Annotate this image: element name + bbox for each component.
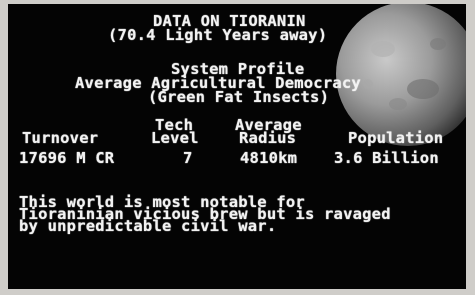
description-line-3: by unpredictable civil war.	[19, 217, 277, 235]
distance-text: (70.4 Light Years away)	[108, 26, 328, 44]
tech-value: 7	[183, 149, 193, 167]
species-text: (Green Fat Insects)	[148, 88, 330, 106]
tech-label-2: Level	[151, 129, 199, 147]
turnover-label: Turnover	[22, 129, 99, 147]
radius-value: 4810km	[240, 149, 298, 167]
turnover-value: 17696 M CR	[19, 149, 115, 167]
population-value: 3.6 Billion	[334, 149, 439, 167]
population-label: Population	[348, 129, 444, 147]
radius-label-2: Radius	[239, 129, 297, 147]
planet-data-screen: DATA ON TIORANIN (70.4 Light Years away)…	[8, 4, 466, 289]
